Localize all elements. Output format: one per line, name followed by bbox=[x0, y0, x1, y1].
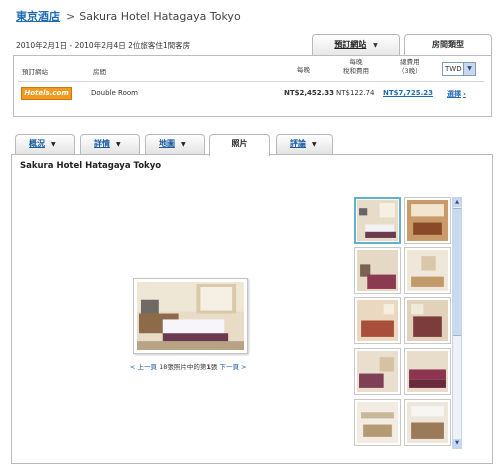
thumbnail-image bbox=[357, 200, 398, 241]
header-room: 房間 bbox=[93, 68, 106, 76]
thumbnail-image bbox=[357, 300, 398, 341]
price-total-link[interactable]: NT$7,725.23 bbox=[383, 89, 433, 97]
content-title: Sakura Hotel Hatagaya Tokyo bbox=[20, 161, 162, 171]
chevron-down-icon[interactable]: ▼ bbox=[463, 63, 475, 75]
photo-thumbnail[interactable] bbox=[404, 197, 451, 244]
thumbnail-scrollbar[interactable]: ▲ ▼ bbox=[452, 197, 462, 449]
scroll-up-icon[interactable]: ▲ bbox=[453, 198, 461, 207]
thumbnail-image bbox=[407, 402, 448, 443]
tab-photos-label: 照片 bbox=[231, 139, 248, 148]
header-per-night: 每晚 bbox=[297, 66, 310, 74]
breadcrumb: 東京酒店 > Sakura Hotel Hatagaya Tokyo bbox=[16, 8, 241, 24]
thumbnail-image bbox=[407, 200, 448, 241]
tab-booking-sites[interactable]: 預訂網站 ▼ bbox=[312, 34, 400, 56]
tab-details-label: 詳情 bbox=[94, 139, 110, 148]
row-divider bbox=[18, 81, 484, 82]
photo-thumbnail[interactable] bbox=[404, 399, 451, 446]
tab-reviews[interactable]: 評論 ▼ bbox=[276, 134, 333, 154]
thumbnail-image bbox=[407, 300, 448, 341]
thumbnail-image bbox=[357, 250, 398, 291]
photo-thumbnail[interactable] bbox=[354, 348, 401, 395]
photo-thumbnail[interactable] bbox=[354, 297, 401, 344]
header-site: 預訂網站 bbox=[22, 68, 48, 76]
currency-select[interactable]: TWD ▼ bbox=[442, 62, 476, 76]
tab-booking-sites-label: 預訂網站 bbox=[334, 40, 367, 49]
tab-room-types[interactable]: 房間類型 bbox=[404, 34, 492, 57]
photo-thumbnail[interactable] bbox=[354, 197, 401, 244]
tab-details[interactable]: 詳情 ▼ bbox=[80, 134, 140, 154]
photo-thumbnail[interactable] bbox=[404, 297, 451, 344]
header-total-line1: 總費用 bbox=[400, 58, 420, 66]
thumbnail-image bbox=[357, 351, 398, 392]
chevron-down-icon: ▼ bbox=[116, 141, 121, 148]
breadcrumb-separator: > bbox=[66, 10, 76, 23]
tab-photos[interactable]: 照片 bbox=[209, 134, 270, 156]
stay-summary: 2010年2月1日 - 2010年2月4日 2位旅客住1間客房 bbox=[16, 41, 191, 50]
scrollbar-thumb[interactable] bbox=[453, 208, 461, 336]
chevron-down-icon: ▼ bbox=[181, 141, 186, 148]
currency-value: TWD bbox=[445, 65, 462, 73]
header-total: 總費用 （3晚） bbox=[398, 58, 422, 76]
thumbnail-image bbox=[407, 351, 448, 392]
header-tax-line2: 稅和費用 bbox=[343, 67, 369, 75]
photo-pager: < 上一頁 18張照片中的第1張 下一頁 > bbox=[130, 361, 247, 371]
chevron-down-icon: ▼ bbox=[51, 141, 56, 148]
tab-room-types-label: 房間類型 bbox=[432, 40, 464, 49]
scroll-down-icon[interactable]: ▼ bbox=[453, 439, 461, 448]
price-tax: NT$122.74 bbox=[336, 89, 375, 97]
tab-map[interactable]: 地圖 ▼ bbox=[145, 134, 205, 154]
arrow-right-icon: › bbox=[463, 90, 466, 98]
price-per-night: NT$2,452.33 bbox=[284, 89, 335, 97]
select-button[interactable]: 選擇 › bbox=[447, 89, 466, 99]
room-type: Double Room bbox=[91, 89, 138, 97]
photo-thumbnail[interactable] bbox=[354, 399, 401, 446]
select-label: 選擇 bbox=[447, 90, 461, 98]
tab-overview[interactable]: 概況 ▼ bbox=[15, 134, 75, 154]
hotel-room-photo bbox=[137, 282, 244, 350]
tab-map-label: 地圖 bbox=[159, 139, 175, 148]
header-tax: 每晚 稅和費用 bbox=[343, 58, 369, 76]
thumbnail-image bbox=[407, 250, 448, 291]
photo-thumbnail[interactable] bbox=[404, 348, 451, 395]
pager-text-before: 18張照片中的第 bbox=[159, 363, 207, 371]
chevron-down-icon: ▼ bbox=[373, 42, 378, 49]
tab-reviews-label: 評論 bbox=[290, 139, 306, 148]
pager-text-after: 張 bbox=[210, 363, 218, 371]
thumbnail-image bbox=[357, 402, 398, 443]
tab-overview-label: 概況 bbox=[29, 139, 45, 148]
header-tax-line1: 每晚 bbox=[349, 58, 363, 66]
prev-photo-link[interactable]: < 上一頁 bbox=[130, 363, 157, 371]
hotels-com-logo[interactable]: Hotels.com bbox=[21, 87, 72, 100]
breadcrumb-city-link[interactable]: 東京酒店 bbox=[16, 10, 60, 23]
photo-thumbnail[interactable] bbox=[354, 247, 401, 294]
next-photo-link[interactable]: 下一頁 > bbox=[219, 363, 246, 371]
chevron-down-icon: ▼ bbox=[312, 141, 317, 148]
header-total-line2: （3晚） bbox=[398, 67, 422, 75]
photo-thumbnail[interactable] bbox=[404, 247, 451, 294]
breadcrumb-hotel: Sakura Hotel Hatagaya Tokyo bbox=[79, 10, 241, 23]
main-photo[interactable] bbox=[133, 278, 248, 354]
